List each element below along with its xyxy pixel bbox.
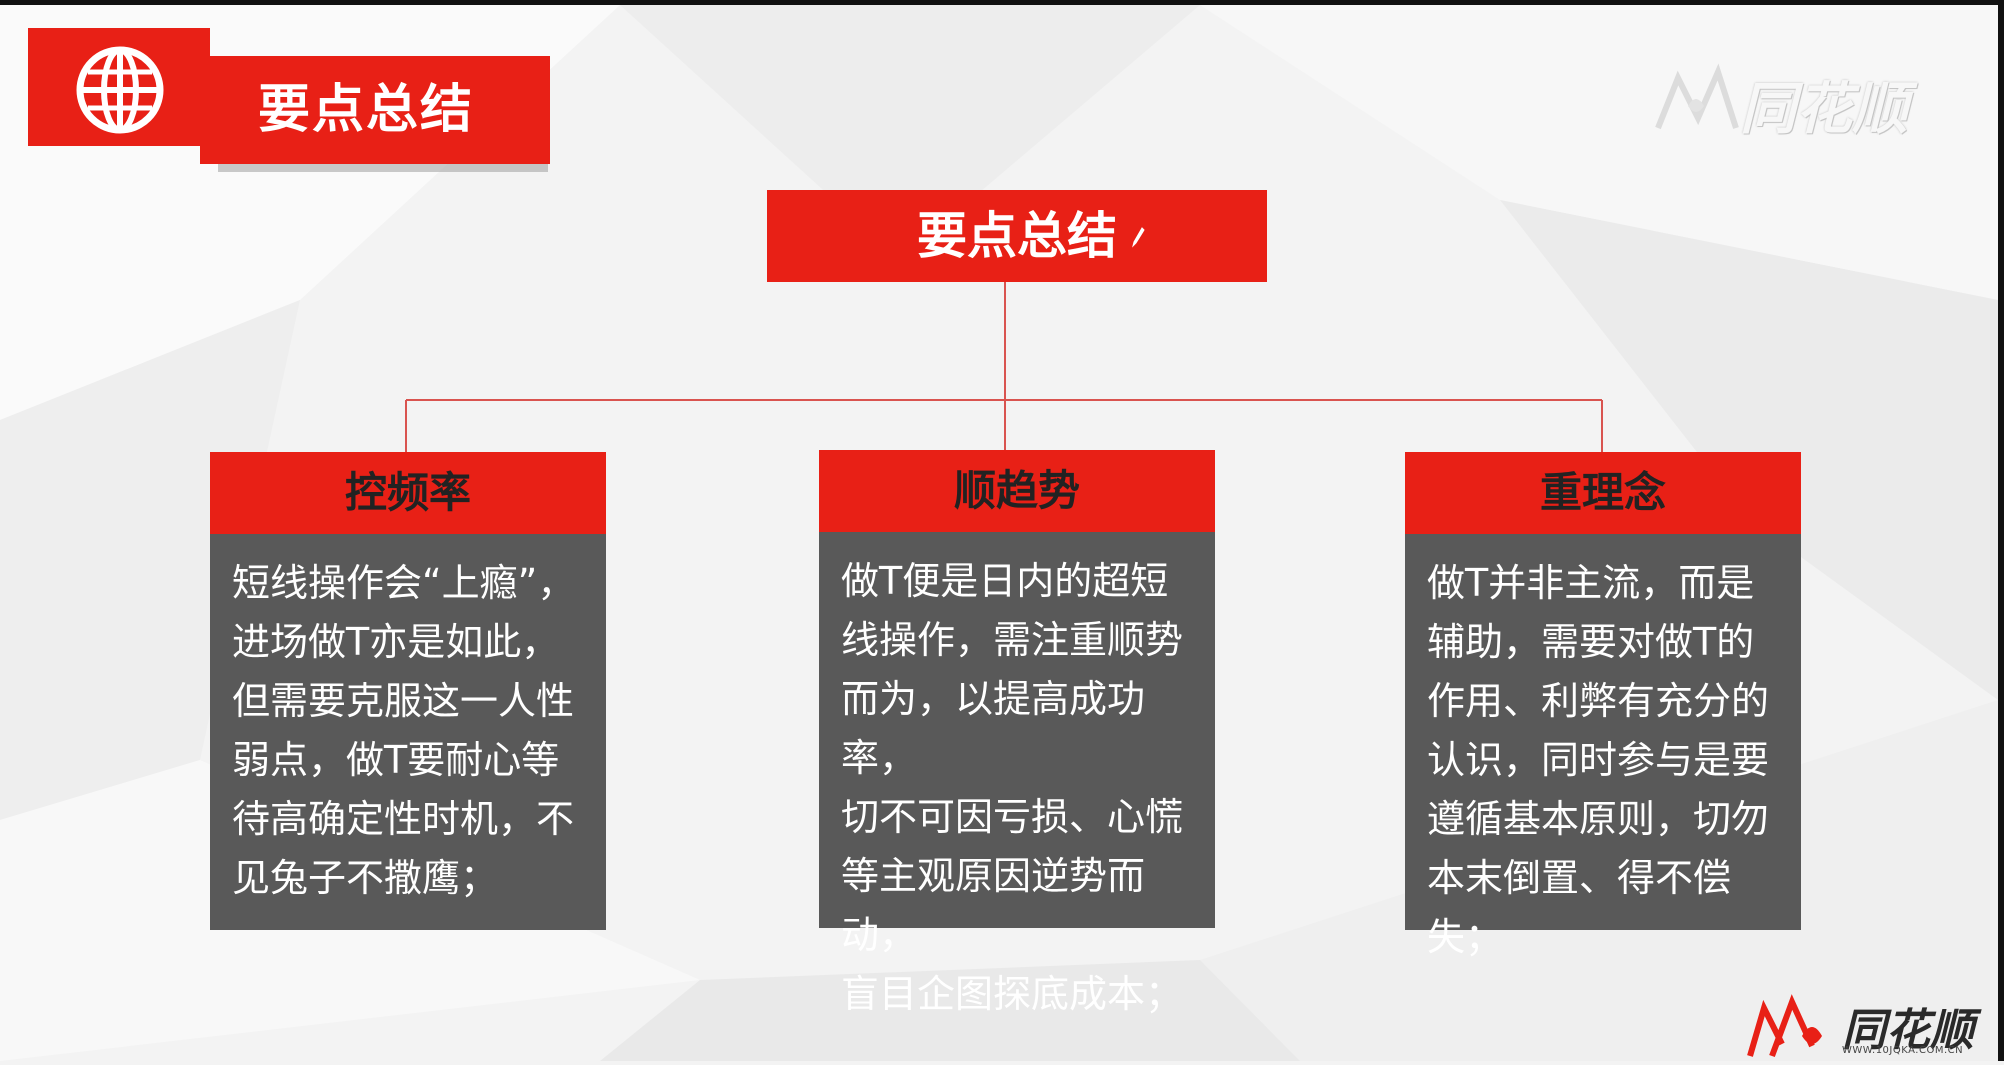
card-text-line: 作用、利弊有充分的 bbox=[1427, 679, 1770, 723]
brand-logo: 同花顺 WWW.10JQKA.COM.CN bbox=[1742, 994, 1982, 1061]
card-text-line: 短线操作会“上瘾”， bbox=[232, 561, 576, 605]
card-text-line: 见兔子不撒鹰； bbox=[232, 856, 499, 900]
card-text-line: 线操作，需注重顺势 bbox=[841, 618, 1184, 662]
card-text-line: 辅助，需要对做T的 bbox=[1427, 620, 1755, 664]
root-node-label: 要点总结 bbox=[917, 207, 1117, 265]
pen-cursor-icon bbox=[1132, 227, 1145, 248]
card-text-line: 切不可因亏损、心慌 bbox=[841, 795, 1184, 839]
card-text-line: 遵循基本原则，切勿 bbox=[1427, 797, 1770, 841]
node-card-title: 顺趋势 bbox=[819, 450, 1215, 532]
node-card-body: 短线操作会“上瘾”， 进场做T亦是如此， 但需要克服这一人性 弱点，做T要耐心等… bbox=[210, 534, 606, 930]
card-text-line: 而为，以提高成功率， bbox=[841, 677, 1146, 780]
node-card-body: 做T便是日内的超短 线操作，需注重顺势 而为，以提高成功率， 切不可因亏损、心慌… bbox=[819, 532, 1215, 1016]
card-text-line: 盲目企图探底成本； bbox=[841, 972, 1184, 1016]
node-card-title: 控频率 bbox=[210, 452, 606, 534]
card-text-line: 本末倒置、得不偿失； bbox=[1427, 856, 1732, 959]
card-text-line: 进场做T亦是如此， bbox=[232, 620, 560, 664]
card-text-line: 等主观原因逆势而动， bbox=[841, 854, 1146, 957]
card-text-line: 但需要克服这一人性 bbox=[232, 679, 575, 723]
node-card-title: 重理念 bbox=[1405, 452, 1801, 534]
node-card-control-frequency: 控频率 短线操作会“上瘾”， 进场做T亦是如此， 但需要克服这一人性 弱点，做T… bbox=[210, 452, 606, 930]
node-card-body: 做T并非主流，而是 辅助，需要对做T的 作用、利弊有充分的 认识，同时参与是要 … bbox=[1405, 534, 1801, 959]
card-text-line: 做T并非主流，而是 bbox=[1427, 561, 1755, 605]
card-text-line: 做T便是日内的超短 bbox=[841, 559, 1169, 603]
card-text-line: 待高确定性时机，不 bbox=[232, 797, 575, 841]
root-node: 要点总结 bbox=[767, 190, 1267, 282]
card-text-line: 认识，同时参与是要 bbox=[1427, 738, 1770, 782]
card-text-line: 弱点，做T要耐心等 bbox=[232, 738, 560, 782]
brand-cards-icon bbox=[1747, 994, 1822, 1058]
node-card-value-concept: 重理念 做T并非主流，而是 辅助，需要对做T的 作用、利弊有充分的 认识，同时参… bbox=[1405, 452, 1801, 959]
node-card-follow-trend: 顺趋势 做T便是日内的超短 线操作，需注重顺势 而为，以提高成功率， 切不可因亏… bbox=[819, 450, 1215, 1016]
brand-url: WWW.10JQKA.COM.CN bbox=[1842, 1045, 1964, 1056]
